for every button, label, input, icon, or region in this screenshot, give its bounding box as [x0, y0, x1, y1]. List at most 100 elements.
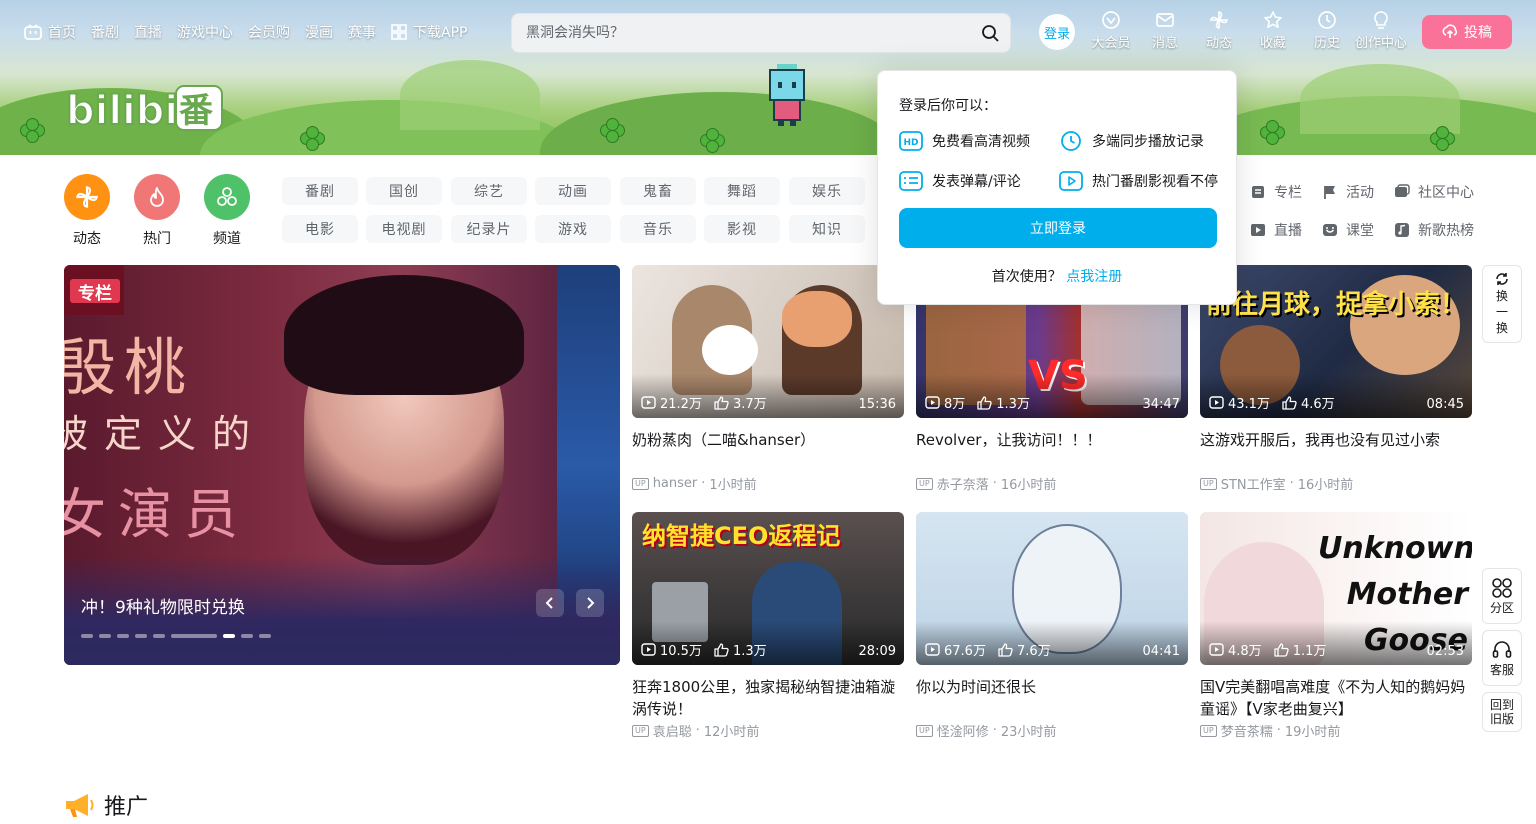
upload-button[interactable]: 投稿	[1422, 15, 1512, 49]
carousel-dot[interactable]	[259, 634, 271, 638]
channel-chip[interactable]: 动画	[535, 177, 611, 205]
side-link-column[interactable]: 专栏	[1250, 182, 1302, 202]
carousel-dot[interactable]	[81, 634, 93, 638]
nav-live[interactable]: 直播	[134, 22, 162, 42]
side-link-class[interactable]: 课堂	[1322, 220, 1374, 240]
video-meta[interactable]: UP STN工作室 · 16小时前	[1200, 474, 1472, 493]
side-link-activity[interactable]: 活动	[1322, 182, 1374, 202]
channel-chip[interactable]: 影视	[704, 215, 780, 243]
nav-game-center[interactable]: 游戏中心	[177, 22, 233, 42]
channel-chip[interactable]: 电视剧	[366, 215, 442, 243]
video-card[interactable]: 前往月球，捉拿小索！ 43.1万 4.6万 08:45 这游戏开服后，我再也没有…	[1200, 265, 1472, 493]
sync-clock-icon	[1061, 131, 1081, 151]
promo-section-heading: 推广	[64, 789, 148, 821]
channel-chip[interactable]: 纪录片	[451, 215, 527, 243]
channel-chip[interactable]: 娱乐	[789, 177, 865, 205]
login-avatar-button[interactable]: 登录	[1039, 14, 1075, 50]
quick-hot[interactable]: 热门	[127, 174, 187, 248]
video-card[interactable]: 21.2万 3.7万 15:36 奶粉蒸肉（二喵&hanser） UP hans…	[632, 265, 904, 493]
carousel-prev-button[interactable]	[536, 589, 564, 617]
music-icon	[1395, 223, 1409, 237]
carousel-dot[interactable]	[99, 634, 111, 638]
nav-home[interactable]: 首页	[24, 22, 76, 42]
quick-hot-label: 热门	[143, 231, 171, 247]
video-card[interactable]: Unknown Mother Goose 4.8万 1.1万 02:53 国V完…	[1200, 512, 1472, 740]
nav-creator-center[interactable]: 创作中心	[1354, 10, 1408, 51]
video-title[interactable]: Revolver，让我访问！！！	[916, 429, 1188, 473]
video-thumbnail[interactable]: 前往月球，捉拿小索！ 43.1万 4.6万 08:45	[1200, 265, 1472, 418]
view-count: 67.6万	[925, 640, 986, 659]
nav-manga[interactable]: 漫画	[305, 22, 333, 42]
video-stats: 67.6万 7.6万	[925, 640, 1051, 659]
refresh-icon	[1496, 273, 1508, 285]
carousel-caption[interactable]: 冲！9种礼物限时兑换	[81, 593, 245, 618]
search-button[interactable]	[970, 13, 1010, 53]
channel-chip[interactable]: 综艺	[451, 177, 527, 205]
nav-message[interactable]: 消息	[1138, 10, 1192, 51]
nav-history[interactable]: 历史	[1300, 10, 1354, 51]
nav-download-app[interactable]: 下载APP	[391, 22, 467, 42]
carousel-dot[interactable]	[241, 634, 253, 638]
nav-mall[interactable]: 会员购	[248, 22, 290, 42]
nav-match[interactable]: 赛事	[348, 22, 376, 42]
register-link[interactable]: 点我注册	[1066, 269, 1122, 285]
side-link-music[interactable]: 新歌热榜	[1394, 220, 1474, 240]
old-version-button[interactable]: 回到旧版	[1482, 692, 1522, 732]
video-meta[interactable]: UP 梦音茶糯 · 19小时前	[1200, 721, 1472, 740]
video-meta[interactable]: UP 赤子奈落 · 16小时前	[916, 474, 1188, 493]
carousel-dot-active[interactable]	[223, 634, 235, 638]
feature-carousel[interactable]: 专栏 殷桃 被定义的 女演员 冲！9种礼物限时兑换	[64, 265, 620, 665]
side-link-column-label: 专栏	[1274, 185, 1302, 201]
side-link-live[interactable]: 直播	[1250, 220, 1302, 240]
channel-chip[interactable]: 知识	[789, 215, 865, 243]
carousel-dot[interactable]	[135, 634, 147, 638]
nav-vip[interactable]: 大会员	[1084, 10, 1138, 51]
megaphone-icon	[66, 794, 94, 817]
channel-chip[interactable]: 音乐	[620, 215, 696, 243]
video-meta[interactable]: UP 袁启聪 · 12小时前	[632, 721, 904, 740]
zone-button[interactable]: 分区	[1482, 568, 1522, 624]
video-title[interactable]: 你以为时间还很长	[916, 676, 1188, 720]
video-meta[interactable]: UP 怪淦阿修 · 23小时前	[916, 721, 1188, 740]
channel-chip[interactable]: 游戏	[535, 215, 611, 243]
refresh-button[interactable]: 换一换	[1482, 265, 1522, 343]
search-input[interactable]	[512, 14, 970, 52]
video-thumbnail[interactable]: 21.2万 3.7万 15:36	[632, 265, 904, 418]
nav-favorite[interactable]: 收藏	[1246, 10, 1300, 51]
video-thumbnail[interactable]: Unknown Mother Goose 4.8万 1.1万 02:53	[1200, 512, 1472, 665]
video-meta[interactable]: UP hanser · 1小时前	[632, 474, 904, 493]
video-thumbnail[interactable]: 67.6万 7.6万 04:41	[916, 512, 1188, 665]
bilibili-bangumi-logo[interactable]: bilibili 番	[66, 82, 226, 132]
up-badge-icon: UP	[632, 477, 649, 490]
login-now-button[interactable]: 立即登录	[899, 208, 1217, 248]
channel-chip[interactable]: 番剧	[282, 177, 358, 205]
play-count-icon	[1209, 396, 1224, 409]
video-title[interactable]: 这游戏开服后，我再也没有见过小索	[1200, 429, 1472, 473]
video-author: 怪淦阿修	[936, 725, 989, 740]
carousel-dot[interactable]	[117, 634, 129, 638]
video-card[interactable]: 67.6万 7.6万 04:41 你以为时间还很长 UP 怪淦阿修 · 23小时…	[916, 512, 1188, 740]
quick-channel[interactable]: 频道	[197, 174, 257, 248]
customer-service-button[interactable]: 客服	[1482, 630, 1522, 686]
carousel-dot[interactable]	[171, 634, 217, 638]
play-box-icon	[1059, 171, 1083, 191]
channel-chip[interactable]: 鬼畜	[620, 177, 696, 205]
quick-dynamic[interactable]: 动态	[57, 174, 117, 248]
flag-icon	[1324, 186, 1335, 199]
channel-chip[interactable]: 电影	[282, 215, 358, 243]
channel-chip[interactable]: 国创	[366, 177, 442, 205]
channel-chip[interactable]: 舞蹈	[704, 177, 780, 205]
nav-bangumi[interactable]: 番剧	[91, 22, 119, 42]
video-title[interactable]: 狂奔1800公里，独家揭秘纳智捷油箱漩涡传说！	[632, 676, 904, 720]
nav-dynamic[interactable]: 动态	[1192, 10, 1246, 51]
carousel-dot[interactable]	[153, 634, 165, 638]
carousel-overlay-line-1: 殷桃	[64, 331, 195, 404]
carousel-next-button[interactable]	[576, 589, 604, 617]
video-card[interactable]: 纳智捷CEO返程记 10.5万 1.3万 28:09 狂奔1800公里，独家揭秘…	[632, 512, 904, 740]
view-count: 43.1万	[1209, 393, 1270, 412]
video-title[interactable]: 奶粉蒸肉（二喵&hanser）	[632, 429, 904, 473]
video-title[interactable]: 国V完美翻唱高难度《不为人知的鹅妈妈童谣》【V家老曲复兴】	[1200, 676, 1472, 720]
side-link-community[interactable]: 社区中心	[1394, 182, 1474, 202]
video-thumbnail[interactable]: 纳智捷CEO返程记 10.5万 1.3万 28:09	[632, 512, 904, 665]
mail-icon	[1156, 13, 1174, 27]
